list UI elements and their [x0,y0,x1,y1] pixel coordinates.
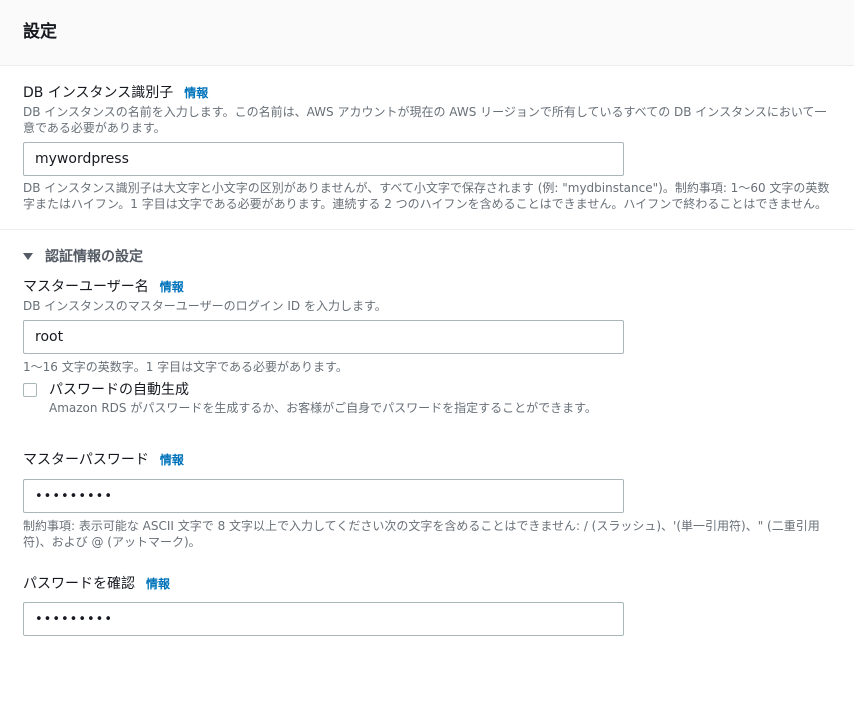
credentials-title: 認証情報の設定 [45,249,143,265]
db-identifier-info-link[interactable]: 情報 [184,83,208,103]
master-password-label: マスターパスワード [23,452,149,468]
confirm-password-label: パスワードを確認 [23,576,135,592]
confirm-password-field-label: パスワードを確認 情報 [23,574,831,594]
master-password-input[interactable] [23,479,624,513]
db-identifier-label: DB インスタンス識別子 [23,85,174,101]
auto-generate-password-checkbox[interactable] [23,383,37,397]
auto-generate-password-option: パスワードの自動生成 Amazon RDS がパスワードを生成するか、お客様がご… [23,380,831,416]
master-username-input[interactable] [23,320,624,354]
confirm-password-info-link[interactable]: 情報 [146,574,170,594]
master-username-constraint: 1〜16 文字の英数字。1 字目は文字である必要があります。 [23,360,348,374]
master-password-constraint: 制約事項: 表示可能な ASCII 文字で 8 文字以上で入力してください次の文… [23,519,820,549]
db-identifier-input[interactable] [23,142,624,176]
page-title: 設定 [23,22,57,42]
auto-generate-password-description: Amazon RDS がパスワードを生成するか、お客様がご自身でパスワードを指定… [49,401,597,415]
db-identifier-description: DB インスタンスの名前を入力します。この名前は、AWS アカウントが現在の A… [23,105,827,135]
master-username-field-label: マスターユーザー名 情報 [23,277,831,297]
auto-generate-password-text: パスワードの自動生成 Amazon RDS がパスワードを生成するか、お客様がご… [49,380,624,416]
db-identifier-constraint: DB インスタンス識別子は大文字と小文字の区別がありませんが、すべて小文字で保存… [23,181,830,211]
master-password-field-label: マスターパスワード 情報 [23,450,831,470]
db-identifier-field-label: DB インスタンス識別子 情報 [23,83,831,103]
master-username-description: DB インスタンスのマスターユーザーのログイン ID を入力します。 [23,299,387,313]
credentials-expander[interactable]: 認証情報の設定 [23,246,831,266]
caret-down-icon [23,252,33,260]
credentials-section: 認証情報の設定 マスターユーザー名 情報 DB インスタンスのマスターユーザーの… [0,230,854,636]
db-identifier-section: DB インスタンス識別子 情報 DB インスタンスの名前を入力します。この名前は… [0,66,854,212]
confirm-password-input[interactable] [23,602,624,636]
settings-header: 設定 [0,0,854,66]
master-username-label: マスターユーザー名 [23,279,149,295]
master-username-info-link[interactable]: 情報 [160,277,184,297]
master-password-info-link[interactable]: 情報 [160,450,184,470]
auto-generate-password-label[interactable]: パスワードの自動生成 [49,380,624,400]
